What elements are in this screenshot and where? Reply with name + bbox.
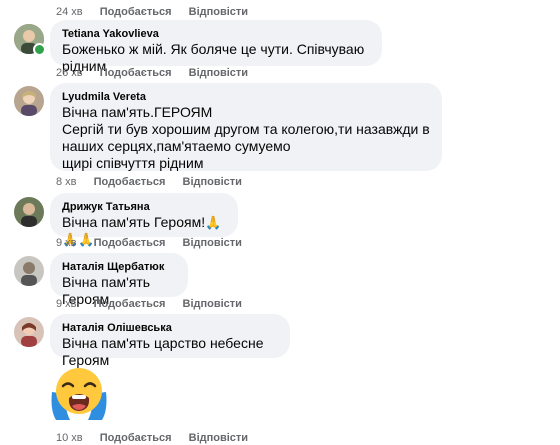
comment-bubble: Наталія Олішевська Вічна пам'ять царство… [50,314,290,368]
comment-time[interactable]: 24 хв [56,6,83,18]
crying-face-icon [51,368,107,420]
avatar[interactable] [14,256,44,286]
reply-button[interactable]: Відповісти [183,237,242,249]
comment-actions-4: 9 хв Подобається Відповісти [56,297,256,311]
comment-actions-1: 26 хв Подобається Відповісти [56,66,262,80]
comment-author[interactable]: Lyudmila Vereta [62,90,430,104]
like-button[interactable]: Подобається [94,237,166,249]
like-button[interactable]: Подобається [94,298,166,310]
comment-time[interactable]: 10 хв [56,432,83,444]
avatar[interactable] [14,317,44,347]
reply-button[interactable]: Відповісти [183,298,242,310]
comment-author[interactable]: Дрижук Татьяна [62,200,226,214]
comment-author[interactable]: Tetiana Yakovlieva [62,27,370,41]
reply-button[interactable]: Відповісти [189,6,248,18]
comment-bubble: Lyudmila Vereta Вічна пам'ять.ГЕРОЯМ Сер… [50,83,442,171]
comment-actions-2: 8 хв Подобається Відповісти [56,175,256,189]
comment-actions-3: 9 хв Подобається Відповісти [56,236,256,250]
reply-button[interactable]: Відповісти [189,432,248,444]
online-status-badge [33,43,46,56]
like-button[interactable]: Подобається [100,67,172,79]
comment-time[interactable]: 26 хв [56,67,83,79]
comment-actions-5: 10 хв Подобається Відповісти [56,431,262,445]
loudly-crying-face-sticker[interactable] [50,366,108,427]
comment-time[interactable]: 9 хв [56,237,77,249]
comment-text-body: Вічна пам'ять Героям! [62,214,206,230]
avatar[interactable] [14,86,44,116]
reply-button[interactable]: Відповісти [183,176,242,188]
comment-actions-0: 24 хв Подобається Відповісти [56,5,262,19]
avatar[interactable] [14,197,44,227]
comment-author[interactable]: Наталія Щербатюк [62,260,176,274]
like-button[interactable]: Подобається [100,6,172,18]
comment-text: Вічна пам'ять царство небесне Героям [62,335,264,368]
like-button[interactable]: Подобається [94,176,166,188]
comment-text: Вічна пам'ять.ГЕРОЯМ Сергій ти був хорош… [62,104,430,171]
like-button[interactable]: Подобається [100,432,172,444]
comment-bubble: Дрижук Татьяна Вічна пам'ять Героям!🙏🙏🙏 [50,193,238,247]
comment-bubble: Наталія Щербатюк Вічна пам'ять Героям [50,253,188,307]
comment-time[interactable]: 8 хв [56,176,77,188]
comment-author[interactable]: Наталія Олішевська [62,321,278,335]
reply-button[interactable]: Відповісти [189,67,248,79]
comment-time[interactable]: 9 хв [56,298,77,310]
comment-bubble: Tetiana Yakovlieva Боженько ж мій. Як бо… [50,20,382,74]
